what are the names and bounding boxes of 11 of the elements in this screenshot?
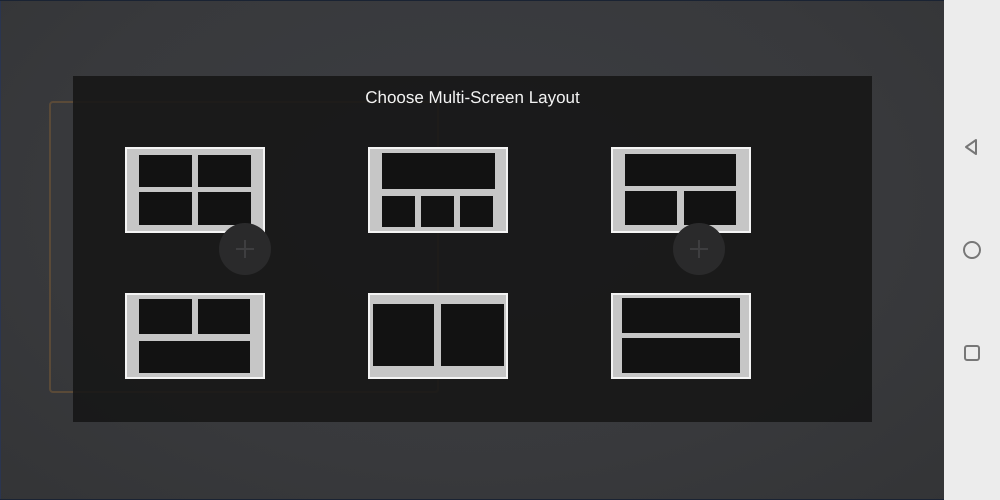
layout-option[interactable] (610, 293, 750, 379)
recents-icon[interactable] (961, 342, 983, 364)
home-icon[interactable] (961, 239, 983, 261)
add-icon (673, 223, 725, 275)
dialog-title: Choose Multi-Screen Layout (365, 87, 580, 109)
layout-option[interactable] (368, 147, 508, 233)
layout-option[interactable] (610, 147, 750, 233)
layout-option[interactable] (124, 147, 264, 233)
layout-option[interactable] (124, 293, 264, 379)
add-icon (219, 223, 271, 275)
layout-option[interactable] (368, 293, 508, 379)
